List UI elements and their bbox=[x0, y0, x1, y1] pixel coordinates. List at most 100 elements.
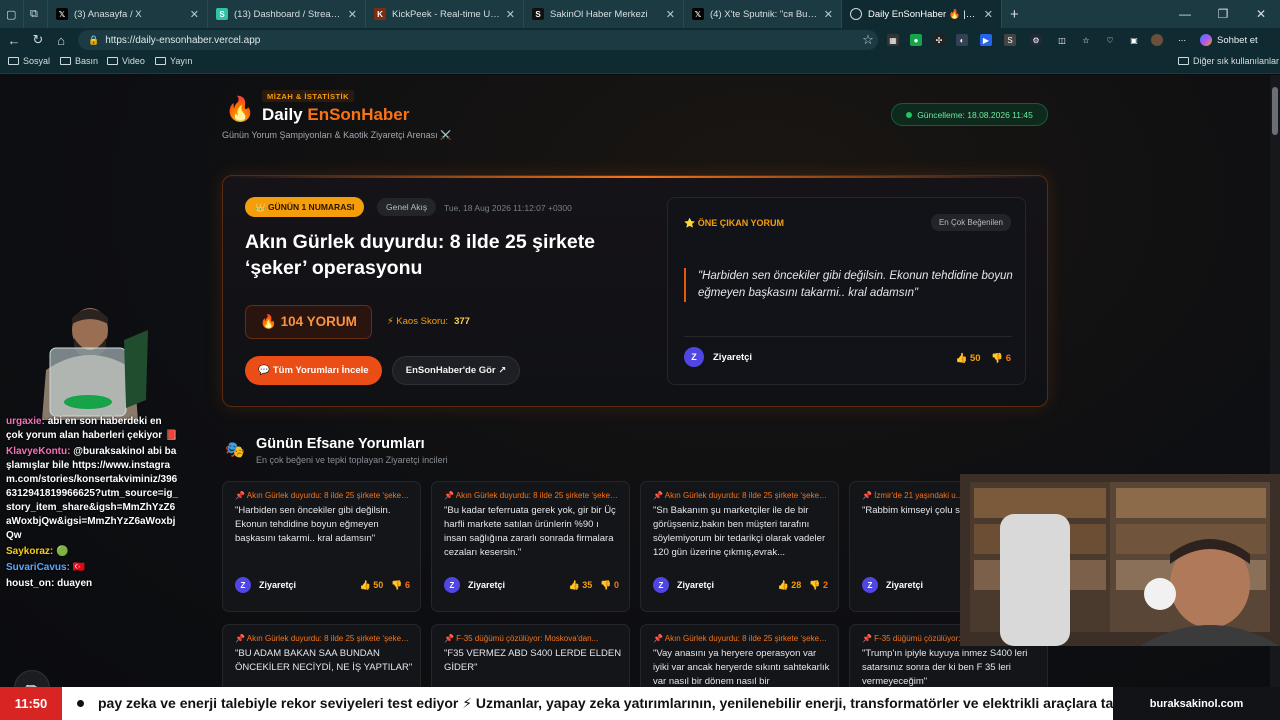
extension-icon[interactable]: ● bbox=[910, 34, 922, 46]
comment-source-news[interactable]: 📌 F-35 düğümü çözülüyor: Moskova'dan... bbox=[444, 634, 620, 643]
profile-avatar[interactable] bbox=[1151, 34, 1163, 46]
webcam-feed bbox=[960, 474, 1280, 646]
restore-icon[interactable]: ❐ bbox=[1204, 0, 1242, 28]
live-dot-icon bbox=[906, 111, 913, 118]
collections-icon[interactable]: ▣ bbox=[1128, 34, 1140, 46]
comment-text: "Vay anasını ya heryere operasyon var iy… bbox=[653, 648, 830, 687]
comment-card[interactable]: 📌 Akın Gürlek duyurdu: 8 ilde 25 şirkete… bbox=[222, 481, 421, 612]
comment-card[interactable]: 📌 F-35 düğümü çözülüyor: Moskova'dan... … bbox=[431, 624, 630, 694]
comment-reactions: 👍 35 👎 0 bbox=[569, 580, 619, 591]
tab-list-button[interactable]: ⧉ bbox=[24, 0, 48, 28]
like-count: 👍 50 bbox=[359, 580, 384, 590]
like-count: 👍 50 bbox=[955, 353, 981, 364]
like-count: 👍 28 bbox=[777, 580, 802, 590]
chat-message: SuvariCavus: 🇹🇷 bbox=[6, 562, 86, 573]
comment-source-news[interactable]: 📌 Akın Gürlek duyurdu: 8 ilde 25 şirkete… bbox=[653, 491, 829, 500]
dislike-count: 👎 6 bbox=[391, 580, 410, 590]
back-icon[interactable]: ← bbox=[6, 32, 22, 48]
extension-icon[interactable]: ▶ bbox=[980, 34, 992, 46]
close-icon[interactable]: ✕ bbox=[506, 8, 515, 21]
window-close-icon[interactable]: ✕ bbox=[1242, 0, 1280, 28]
chaos-score: ⚡ Kaos Skoru: 377 bbox=[387, 316, 470, 327]
ticker-text: pay zeka ve enerji talebiyle rekor seviy… bbox=[98, 695, 1113, 711]
most-liked-badge: En Çok Beğenilen bbox=[930, 214, 1011, 231]
brand-tag: MİZAH & İSTATİSTİK bbox=[262, 90, 355, 102]
view-on-ensonhaber-button[interactable]: EnSonHaber'de Gör ↗ bbox=[392, 356, 520, 385]
comment-text: "Harbiden sen öncekiler gibi değilsin. E… bbox=[235, 505, 391, 544]
chat-message: Saykoraz: 🟢 bbox=[6, 546, 69, 557]
close-icon[interactable]: ✕ bbox=[190, 8, 199, 21]
comment-source-news[interactable]: 📌 Akın Gürlek duyurdu: 8 ilde 25 şirkete… bbox=[235, 491, 411, 500]
comment-user: Z Ziyaretçi bbox=[444, 577, 505, 593]
comment-text: "BU ADAM BAKAN SAA BUNDAN ÖNCEKİLER NECİ… bbox=[235, 648, 413, 673]
favorites-icon[interactable]: ☆ bbox=[1080, 34, 1092, 46]
other-bookmarks[interactable]: Diğer sık kullanılanlar bbox=[1178, 56, 1279, 66]
featured-comment-panel: ⭐ ÖNE ÇIKAN YORUM En Çok Beğenilen "Harb… bbox=[667, 197, 1026, 385]
folder-icon bbox=[155, 57, 166, 65]
flame-logo-icon: 🔥 bbox=[225, 96, 255, 123]
star-icon[interactable]: ☆ bbox=[860, 32, 876, 48]
x-icon: 𝕏 bbox=[56, 8, 68, 20]
bookmark-folder-basin[interactable]: Basın bbox=[60, 56, 98, 66]
folder-icon bbox=[1178, 57, 1189, 65]
browser-tab-bar: ▢ ⧉ 𝕏 (3) Anasayfa / X ✕ S (13) Dashboar… bbox=[0, 0, 1280, 28]
update-status-badge: Güncelleme: 18.08.2026 11:45 bbox=[891, 103, 1048, 126]
comment-reactions: 👍 28 👎 2 bbox=[778, 580, 828, 591]
close-icon[interactable]: ✕ bbox=[824, 8, 833, 21]
minimize-icon[interactable]: — bbox=[1166, 0, 1204, 28]
more-icon[interactable]: ⋯ bbox=[1176, 34, 1188, 46]
news-ticker: 11:50 pay zeka ve enerji talebiyle rekor… bbox=[0, 687, 1280, 720]
new-tab-button[interactable]: + bbox=[1002, 0, 1032, 28]
extension-icon[interactable]: S bbox=[1004, 34, 1016, 46]
kickpeek-icon: K bbox=[374, 8, 386, 20]
close-icon[interactable]: ✕ bbox=[984, 8, 993, 21]
puzzle-icon[interactable]: ⚙ bbox=[1030, 34, 1042, 46]
comment-card[interactable]: 📌 Akın Gürlek duyurdu: 8 ilde 25 şirkete… bbox=[222, 624, 421, 694]
view-all-comments-button[interactable]: 💬 Tüm Yorumları İncele bbox=[245, 356, 382, 385]
heart-icon[interactable]: ♡ bbox=[1104, 34, 1116, 46]
split-view-icon[interactable]: ◫ bbox=[1056, 34, 1068, 46]
theater-masks-icon: 🎭 bbox=[225, 442, 245, 459]
tab-kickpeek[interactable]: K KickPeek - Real-time URL Crawler ✕ bbox=[366, 0, 524, 28]
like-count: 👍 35 bbox=[568, 580, 593, 590]
card-accent-line bbox=[223, 176, 1049, 178]
comment-source-news[interactable]: 📌 Akın Gürlek duyurdu: 8 ilde 25 şirkete… bbox=[444, 491, 620, 500]
tab-streamlabs[interactable]: S (13) Dashboard / Streamlabs ✕ bbox=[208, 0, 366, 28]
chat-message: houst_on: duayen bbox=[6, 578, 93, 589]
divider bbox=[684, 336, 1012, 337]
comment-user: Z Ziyaretçi bbox=[862, 577, 923, 593]
chat-message: urgaxie: abi en son haberdeki en çok yor… bbox=[6, 416, 178, 441]
tab-x-home[interactable]: 𝕏 (3) Anasayfa / X ✕ bbox=[48, 0, 208, 28]
avatar: Z bbox=[444, 577, 460, 593]
tab-daily-ensonhaber[interactable]: Daily EnSonHaber 🔥 | Günün En ✕ bbox=[842, 0, 1002, 28]
extension-icon[interactable]: ▦ bbox=[887, 34, 899, 46]
folder-icon bbox=[60, 57, 71, 65]
close-icon[interactable]: ✕ bbox=[348, 8, 357, 21]
scrollbar-thumb[interactable] bbox=[1272, 87, 1278, 135]
comment-count-badge: 🔥 104 YORUM bbox=[245, 305, 372, 339]
address-bar[interactable]: 🔒 https://daily-ensonhaber.vercel.app bbox=[78, 30, 878, 50]
tab-actions-button[interactable]: ▢ bbox=[0, 0, 24, 28]
comment-user: Z Ziyaretçi bbox=[653, 577, 714, 593]
avatar: Z bbox=[235, 577, 251, 593]
copilot-chat-button[interactable]: Sohbet et bbox=[1200, 32, 1258, 48]
bookmark-folder-yayin[interactable]: Yayın bbox=[155, 56, 192, 66]
brand-title[interactable]: Daily EnSonHaber bbox=[262, 105, 409, 125]
comment-card[interactable]: 📌 Akın Gürlek duyurdu: 8 ilde 25 şirkete… bbox=[431, 481, 630, 612]
comment-card[interactable]: 📌 Akın Gürlek duyurdu: 8 ilde 25 şirkete… bbox=[640, 624, 839, 694]
comment-card[interactable]: 📌 Akın Gürlek duyurdu: 8 ilde 25 şirkete… bbox=[640, 481, 839, 612]
bookmark-folder-video[interactable]: Video bbox=[107, 56, 145, 66]
tab-x-sputnik[interactable]: 𝕏 (4) X'te Sputnik: "ся Buz İpek Yolu ✕ bbox=[684, 0, 842, 28]
comment-source-news[interactable]: 📌 Akın Gürlek duyurdu: 8 ilde 25 şirkete… bbox=[653, 634, 829, 643]
lock-icon: 🔒 bbox=[88, 34, 100, 45]
comment-source-news[interactable]: 📌 Akın Gürlek duyurdu: 8 ilde 25 şirkete… bbox=[235, 634, 411, 643]
bookmark-folder-sosyal[interactable]: Sosyal bbox=[8, 56, 50, 66]
category-badge: Genel Akış bbox=[377, 198, 437, 216]
close-icon[interactable]: ✕ bbox=[666, 8, 675, 21]
news-title[interactable]: Akın Gürlek duyurdu: 8 ilde 25 şirkete ‘… bbox=[245, 229, 625, 281]
extension-icon[interactable]: ✣ bbox=[933, 34, 945, 46]
reload-icon[interactable]: ↻ bbox=[30, 32, 46, 48]
extension-icon[interactable]: ◐ bbox=[956, 34, 968, 46]
tab-sakinol[interactable]: S SakinOl Haber Merkezi ✕ bbox=[524, 0, 684, 28]
home-icon[interactable]: ⌂ bbox=[53, 32, 69, 48]
